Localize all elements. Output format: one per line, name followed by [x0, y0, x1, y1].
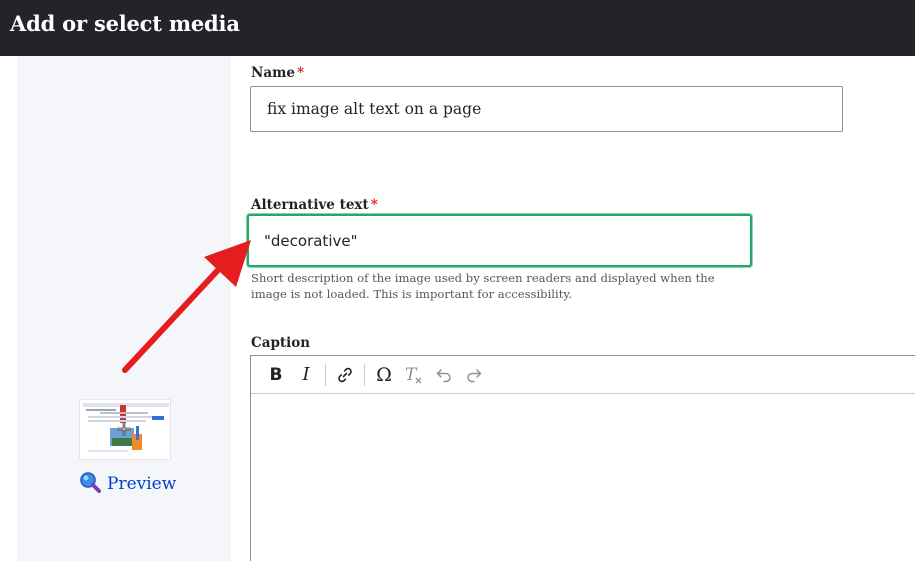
alt-text-label: Alternative text *: [251, 197, 378, 213]
remove-format-icon[interactable]: T: [399, 361, 429, 389]
special-characters-button[interactable]: Ω: [369, 361, 399, 389]
preview-label: Preview: [107, 474, 177, 494]
required-marker: *: [370, 197, 378, 213]
magnifier-icon: [79, 471, 101, 498]
thumbnail-image: [80, 400, 170, 459]
dialog-titlebar: Add or select media: [0, 0, 915, 56]
undo-icon[interactable]: [429, 361, 459, 389]
name-label: Name *: [251, 65, 304, 81]
caption-label: Caption: [251, 335, 311, 351]
italic-button[interactable]: I: [291, 361, 321, 389]
name-label-text: Name: [251, 65, 295, 81]
name-input-value: fix image alt text on a page: [267, 100, 482, 118]
dialog-title: Add or select media: [10, 11, 240, 36]
link-icon[interactable]: [330, 361, 360, 389]
toolbar-divider: [364, 363, 365, 386]
editor-toolbar: B I Ω T: [251, 356, 915, 394]
required-marker: *: [296, 65, 305, 81]
alt-text-label-text: Alternative text: [251, 197, 369, 213]
alt-text-input-value: "decorative": [264, 231, 358, 250]
media-sidebar: Preview: [17, 56, 231, 561]
media-thumbnail[interactable]: [79, 399, 171, 460]
svg-text:T: T: [405, 365, 418, 385]
redo-icon[interactable]: [459, 361, 489, 389]
preview-link[interactable]: Preview: [79, 471, 176, 497]
name-input[interactable]: fix image alt text on a page: [250, 86, 843, 132]
caption-editor[interactable]: B I Ω T: [250, 355, 915, 561]
alt-text-input[interactable]: "decorative": [247, 214, 752, 267]
toolbar-divider: [325, 363, 326, 386]
bold-button[interactable]: B: [261, 361, 291, 389]
alt-text-description: Short description of the image used by s…: [251, 271, 715, 301]
